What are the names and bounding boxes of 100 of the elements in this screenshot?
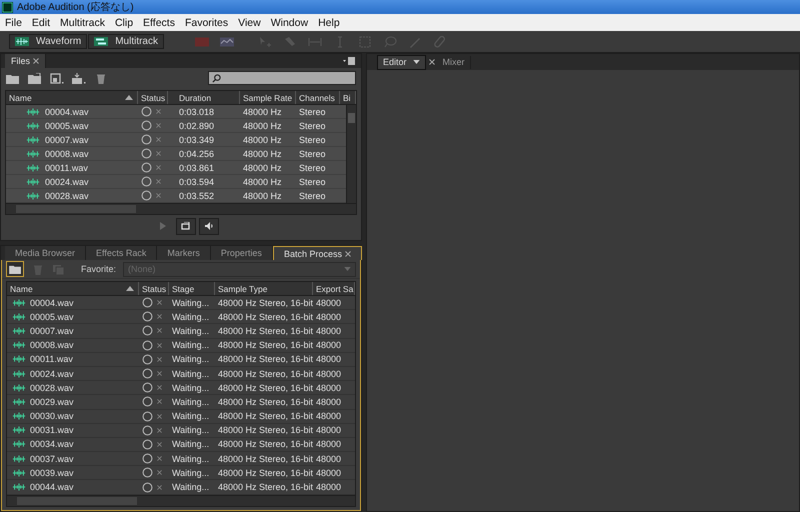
panel-tab[interactable]: Files	[5, 54, 46, 68]
remove-icon[interactable]	[156, 165, 161, 170]
file-row[interactable]: 00007.wav 0:03.349 48000 Hz Stereo	[6, 133, 346, 147]
panel-tab[interactable]: Batch Process	[272, 246, 362, 260]
file-name: 00004.wav	[45, 106, 89, 116]
stage-cell: Waiting...	[172, 411, 210, 422]
import-folder-icon[interactable]	[28, 72, 42, 84]
workspace-button[interactable]: Waveform	[9, 34, 88, 49]
open-folder-button[interactable]	[6, 261, 24, 277]
file-row[interactable]: 00024.wav 0:03.594 48000 Hz Stereo	[6, 175, 346, 189]
remove-icon[interactable]	[157, 328, 162, 334]
column-header[interactable]: Status	[138, 91, 168, 104]
batch-row[interactable]: 00004.wav Waiting... 48000 Hz Stereo, 16-bit 48000	[7, 296, 355, 310]
remove-icon[interactable]	[157, 385, 162, 390]
remove-icon[interactable]	[157, 414, 162, 419]
panel-tab[interactable]: Markers	[157, 246, 211, 260]
remove-icon[interactable]	[156, 137, 161, 142]
batch-row[interactable]: 00029.wav Waiting... 48000 Hz Stereo, 16-bit 48000	[7, 395, 355, 410]
close-icon[interactable]	[344, 250, 351, 256]
panel-tab[interactable]: Mixer	[438, 56, 471, 68]
remove-icon[interactable]	[157, 442, 162, 447]
menu-item[interactable]: Help	[313, 16, 345, 28]
file-row[interactable]: 00008.wav 0:04.256 48000 Hz Stereo	[6, 147, 346, 161]
column-header[interactable]: Sample Type	[215, 282, 313, 295]
remove-icon[interactable]	[157, 399, 162, 404]
batch-row[interactable]: 00039.wav Waiting... 48000 Hz Stereo, 16-bit 48000	[7, 466, 355, 480]
file-row[interactable]: 00011.wav 0:03.861 48000 Hz Stereo	[6, 161, 346, 175]
remove-icon[interactable]	[157, 456, 162, 462]
batch-row[interactable]: 00007.wav Waiting... 48000 Hz Stereo, 16-bit 48000	[7, 324, 355, 339]
open-folder-icon[interactable]	[6, 72, 20, 84]
menu-item[interactable]: Clip	[110, 16, 138, 28]
sample-type-cell: 48000 Hz Stereo, 16-bit	[218, 425, 314, 436]
close-icon[interactable]	[33, 58, 40, 64]
batch-row[interactable]: 00008.wav Waiting... 48000 Hz Stereo, 16-bit 48000	[7, 338, 355, 353]
duration-cell: 0:03.349	[179, 134, 214, 144]
panel-tab[interactable]: Editor	[377, 54, 426, 70]
favorite-label: Favorite:	[81, 264, 116, 274]
column-header[interactable]: Stage	[169, 282, 215, 295]
remove-icon[interactable]	[156, 109, 161, 114]
workspace-button[interactable]: Multitrack	[88, 34, 164, 49]
channels-cell: Stereo	[299, 120, 326, 130]
stage-cell: Waiting...	[172, 468, 210, 478]
file-row[interactable]: 00004.wav 0:03.018 48000 Hz Stereo	[6, 105, 346, 119]
remove-icon[interactable]	[157, 484, 162, 490]
batch-row[interactable]: 00034.wav Waiting... 48000 Hz Stereo, 16-bit 48000	[7, 438, 355, 452]
column-header[interactable]: Bi	[340, 91, 356, 104]
column-header[interactable]: Channels	[296, 91, 340, 104]
remove-icon[interactable]	[156, 179, 161, 184]
horizontal-scrollbar[interactable]	[6, 203, 356, 214]
panel-tab[interactable]: Media Browser	[5, 246, 86, 260]
horizontal-scrollbar[interactable]	[7, 495, 355, 506]
loop-button[interactable]	[176, 218, 196, 234]
status-circle-icon	[141, 148, 152, 159]
menu-item[interactable]: File	[0, 16, 27, 28]
column-header[interactable]: Duration	[168, 91, 240, 104]
file-row[interactable]: 00005.wav 0:02.890 48000 Hz Stereo	[6, 119, 346, 133]
panel-tab[interactable]: Effects Rack	[86, 246, 158, 260]
frequency-view-icon[interactable]	[220, 36, 234, 48]
column-header[interactable]: Name	[6, 91, 138, 104]
menu-item[interactable]: Window	[266, 16, 314, 28]
trash-icon[interactable]	[94, 72, 108, 84]
remove-icon[interactable]	[157, 428, 162, 433]
batch-row[interactable]: 00011.wav Waiting... 48000 Hz Stereo, 16-bit 48000	[7, 352, 355, 367]
channels-cell: Stereo	[299, 106, 326, 116]
column-header[interactable]: Name	[7, 282, 139, 295]
batch-row[interactable]: 00030.wav Waiting... 48000 Hz Stereo, 16-bit 48000	[7, 410, 355, 424]
menu-item[interactable]: Edit	[26, 16, 56, 28]
autoplay-button[interactable]	[199, 218, 219, 234]
column-header[interactable]: Export Sa	[313, 282, 355, 295]
remove-icon[interactable]	[156, 151, 161, 156]
menu-item[interactable]: Effects	[138, 16, 180, 28]
panel-menu-icon[interactable]	[343, 57, 355, 65]
remove-icon[interactable]	[157, 371, 162, 376]
remove-icon[interactable]	[157, 314, 162, 320]
remove-icon[interactable]	[157, 470, 162, 476]
sample-type-cell: 48000 Hz Stereo, 16-bit	[218, 468, 314, 478]
remove-icon[interactable]	[157, 300, 162, 306]
insert-file-icon[interactable]	[72, 72, 86, 84]
waveform-icon	[26, 150, 40, 158]
remove-icon[interactable]	[157, 356, 162, 362]
file-row[interactable]: 00028.wav 0:03.552 48000 Hz Stereo	[6, 189, 346, 203]
batch-row[interactable]: 00005.wav Waiting... 48000 Hz Stereo, 16-bit 48000	[7, 310, 355, 324]
new-file-icon[interactable]	[50, 72, 64, 84]
search-field[interactable]	[208, 71, 356, 85]
remove-icon[interactable]	[156, 123, 161, 128]
batch-row[interactable]: 00028.wav Waiting... 48000 Hz Stereo, 16-bit 48000	[7, 381, 355, 396]
batch-row[interactable]: 00031.wav Waiting... 48000 Hz Stereo, 16-bit 48000	[7, 424, 355, 438]
remove-icon[interactable]	[157, 342, 162, 348]
menu-item[interactable]: Favorites	[180, 16, 234, 28]
column-header[interactable]: Status	[139, 282, 169, 295]
column-header[interactable]: Sample Rate	[240, 91, 296, 104]
menu-item[interactable]: View	[233, 16, 266, 28]
remove-icon[interactable]	[156, 193, 161, 198]
panel-tab[interactable]: Properties	[210, 246, 273, 260]
menu-item[interactable]: Multitrack	[55, 16, 110, 28]
close-icon[interactable]	[428, 59, 435, 65]
batch-row[interactable]: 00037.wav Waiting... 48000 Hz Stereo, 16-bit 48000	[7, 452, 355, 466]
batch-row[interactable]: 00024.wav Waiting... 48000 Hz Stereo, 16-bit 48000	[7, 366, 355, 382]
batch-row[interactable]: 00044.wav Waiting... 48000 Hz Stereo, 16-bit 48000	[7, 480, 355, 495]
vertical-scrollbar[interactable]	[346, 105, 356, 203]
